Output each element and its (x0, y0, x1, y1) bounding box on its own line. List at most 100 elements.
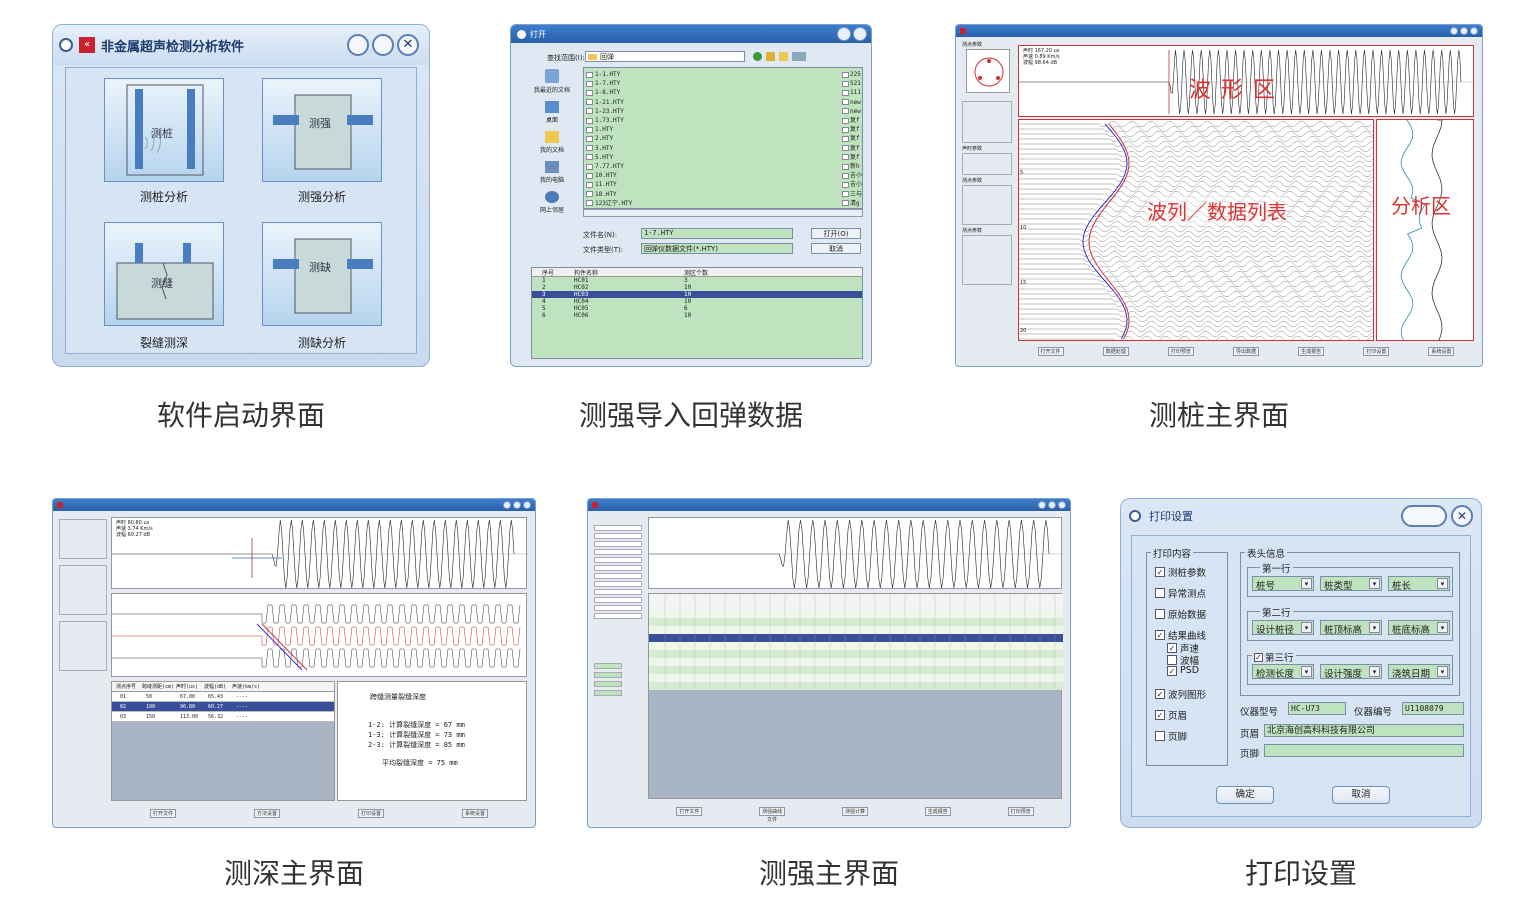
cancel-button[interactable]: 取消 (1332, 786, 1390, 804)
table-row[interactable]: 2 HC02 10 (532, 284, 862, 291)
param-field[interactable] (594, 557, 642, 563)
tile-crack[interactable]: 测缝 (104, 222, 224, 326)
back-icon[interactable] (753, 52, 762, 61)
close-icon[interactable] (1058, 501, 1066, 509)
content-checkbox[interactable]: ✓ 结果曲线 (1155, 628, 1206, 642)
menu-icon[interactable] (1129, 510, 1141, 522)
header-field-select[interactable]: 浇筑日期 ▾ (1388, 664, 1450, 680)
header-field-select[interactable]: 桩长 ▾ (1388, 576, 1450, 592)
filename-field[interactable]: 1-7.HTY (641, 228, 793, 239)
minimize-icon[interactable] (1038, 501, 1046, 509)
tile-strength[interactable]: 测强 (262, 78, 382, 182)
help-icon[interactable] (837, 27, 851, 41)
place-desktop[interactable]: 桌面 (523, 99, 581, 124)
lookin-select[interactable]: 回弹 (585, 51, 745, 62)
file-item[interactable]: 2.HTY (586, 134, 838, 143)
file-item[interactable]: 复f (842, 134, 862, 143)
maximize-icon[interactable] (372, 34, 394, 56)
restore-icon[interactable] (1401, 505, 1447, 527)
minimize-icon[interactable] (1450, 27, 1458, 35)
param-field[interactable] (594, 549, 642, 555)
param-field[interactable] (594, 533, 642, 539)
header-field-select[interactable]: 桩号 ▾ (1252, 576, 1314, 592)
content-checkbox[interactable]: ✓ 页眉 (1155, 708, 1187, 722)
cancel-button[interactable]: 取消 (811, 243, 861, 254)
param-field[interactable] (594, 541, 642, 547)
file-item[interactable]: new (842, 98, 862, 107)
param-field[interactable] (594, 672, 622, 678)
toolbar-button[interactable]: 测强计算 (842, 807, 868, 816)
header-field-select[interactable]: 桩顶标高 ▾ (1320, 620, 1382, 636)
table-row[interactable]: 02 100 96.80 60.27 ---- (112, 702, 334, 712)
close-icon[interactable] (1470, 27, 1478, 35)
param-field[interactable] (594, 525, 642, 531)
page-footer-field[interactable] (1264, 744, 1464, 757)
header-field-select[interactable]: 桩类型 ▾ (1320, 576, 1382, 592)
place-network[interactable]: 网上邻居 (523, 189, 581, 214)
file-item[interactable]: 吉小 (842, 171, 862, 180)
table-row[interactable]: 3 HC03 10 (532, 291, 862, 298)
toolbar-button[interactable]: 系统设置 (462, 809, 488, 818)
param-field[interactable] (594, 681, 622, 687)
file-item[interactable]: 复f (842, 144, 862, 153)
header-field-select[interactable]: 桩底标高 ▾ (1388, 620, 1450, 636)
toolbar-button[interactable]: 测强曲线文件 (759, 807, 786, 823)
place-computer[interactable]: 我的电脑 (523, 159, 581, 184)
file-item[interactable]: 225 (842, 70, 862, 79)
file-item[interactable]: 复f (842, 125, 862, 134)
file-item[interactable]: 5.HTY (586, 153, 838, 162)
tile-pile[interactable]: 测桩 (104, 78, 224, 182)
sub-checkbox[interactable]: ✓ PSD (1167, 665, 1199, 676)
toolbar-button[interactable]: 打印预览 (1167, 347, 1194, 356)
view-menu-icon[interactable] (792, 52, 806, 61)
close-icon[interactable] (853, 27, 867, 41)
file-item[interactable]: new (842, 107, 862, 116)
close-icon[interactable] (523, 501, 531, 509)
open-button[interactable]: 打开(O) (811, 228, 861, 239)
content-checkbox[interactable]: ✓ 波列图形 (1155, 687, 1206, 701)
horizontal-scrollbar[interactable] (583, 209, 863, 217)
file-item[interactable]: 521 (842, 79, 862, 88)
maximize-icon[interactable] (1048, 501, 1056, 509)
file-item[interactable]: 123辽宁.HTY (586, 199, 838, 208)
file-item[interactable]: 新h (842, 162, 862, 171)
param-field[interactable] (594, 581, 642, 587)
content-checkbox[interactable]: 异常测点 (1155, 586, 1206, 600)
file-item[interactable]: 1-21.HTY (586, 98, 838, 107)
param-field[interactable] (594, 589, 642, 595)
param-field[interactable] (594, 565, 642, 571)
file-item[interactable]: 1-1.HTY (586, 70, 838, 79)
file-item[interactable]: 11.HTY (586, 180, 838, 189)
tile-defect[interactable]: 测缺 (262, 222, 382, 326)
toolbar-button[interactable]: 数据处理 (1102, 347, 1129, 356)
close-icon[interactable]: ✕ (397, 34, 419, 56)
place-recent[interactable]: 我最近的文档 (523, 67, 581, 94)
minimize-icon[interactable] (347, 34, 369, 56)
instrument-model-field[interactable]: HC-U73 (1288, 702, 1346, 715)
param-field[interactable] (594, 663, 622, 669)
page-header-field[interactable]: 北京海创高科科技有限公司 (1264, 724, 1464, 737)
file-item[interactable]: 三与 (842, 190, 862, 199)
toolbar-button[interactable]: 打开文件 (1037, 347, 1064, 356)
file-item[interactable]: 复f (842, 116, 862, 125)
toolbar-button[interactable]: 生成报告 (1298, 347, 1325, 356)
dialog-menu-icon[interactable] (517, 29, 526, 39)
file-list[interactable]: 1-1.HTY 1-7.HTY 1-8.HTY 1-21.HTY 1-23.HTY 1.7… (583, 67, 863, 209)
toolbar-button[interactable]: 导出数据 (1233, 347, 1259, 356)
menu-icon[interactable] (59, 38, 73, 52)
row3-checkbox[interactable]: ✓ 第三行 (1252, 650, 1296, 664)
toolbar-button[interactable]: 打开文件 (150, 809, 176, 818)
header-field-select[interactable]: 检测长度 ▾ (1252, 664, 1314, 680)
table-row[interactable]: 01 50 67.00 65.43 ---- (112, 692, 334, 702)
toolbar-button[interactable]: 生成报告 (924, 807, 951, 816)
file-item[interactable]: 7.77.HTY (586, 162, 838, 171)
toolbar-button[interactable]: 打印设置 (1363, 347, 1390, 356)
file-item[interactable]: 18.HTY (586, 190, 838, 199)
file-item[interactable]: 复f (842, 153, 862, 162)
new-folder-icon[interactable] (779, 52, 788, 61)
header-field-select[interactable]: 设计强度 ▾ (1320, 664, 1382, 680)
file-item[interactable]: 1-7.HTY (586, 79, 838, 88)
toolbar-button[interactable]: 打开文件 (676, 807, 703, 816)
up-folder-icon[interactable] (766, 52, 775, 61)
file-item[interactable]: 1.HTY (586, 125, 838, 134)
